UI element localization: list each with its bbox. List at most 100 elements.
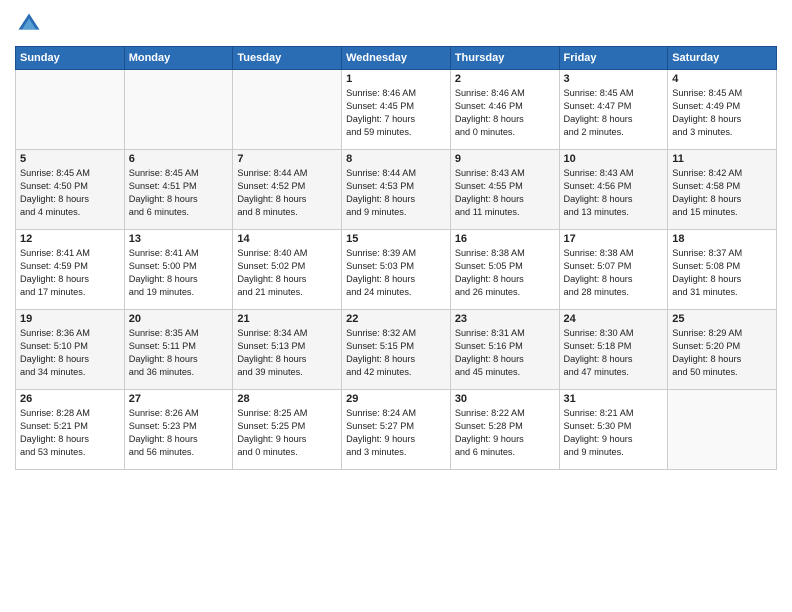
day-detail: Sunrise: 8:38 AMSunset: 5:07 PMDaylight:… <box>564 247 664 299</box>
day-detail: Sunrise: 8:41 AMSunset: 4:59 PMDaylight:… <box>20 247 120 299</box>
day-number: 17 <box>564 233 664 245</box>
day-detail: Sunrise: 8:36 AMSunset: 5:10 PMDaylight:… <box>20 327 120 379</box>
day-cell: 9Sunrise: 8:43 AMSunset: 4:55 PMDaylight… <box>450 150 559 230</box>
day-detail: Sunrise: 8:29 AMSunset: 5:20 PMDaylight:… <box>672 327 772 379</box>
day-detail: Sunrise: 8:45 AMSunset: 4:51 PMDaylight:… <box>129 167 229 219</box>
header <box>15 10 777 38</box>
day-cell: 10Sunrise: 8:43 AMSunset: 4:56 PMDayligh… <box>559 150 668 230</box>
day-cell: 13 Sunrise: 8:41 AMSunset: 5:00 PMDayligh… <box>124 230 233 310</box>
day-number: 1 <box>346 73 446 85</box>
day-detail: Sunrise: 8:40 AMSunset: 5:02 PMDaylight:… <box>237 247 337 299</box>
day-number: 19 <box>20 313 120 325</box>
weekday-tuesday: Tuesday <box>233 47 342 70</box>
day-cell: 16 Sunrise: 8:38 AMSunset: 5:05 PMDayligh… <box>450 230 559 310</box>
day-cell: 14 Sunrise: 8:40 AMSunset: 5:02 PMDayligh… <box>233 230 342 310</box>
day-number: 21 <box>237 313 337 325</box>
day-detail: Sunrise: 8:43 AMSunset: 4:55 PMDaylight:… <box>455 167 555 219</box>
day-cell: 18 Sunrise: 8:37 AMSunset: 5:08 PMDayligh… <box>668 230 777 310</box>
day-number: 31 <box>564 393 664 405</box>
day-cell <box>668 390 777 470</box>
day-cell: 17 Sunrise: 8:38 AMSunset: 5:07 PMDayligh… <box>559 230 668 310</box>
day-detail: Sunrise: 8:46 AMSunset: 4:46 PMDaylight:… <box>455 87 555 139</box>
day-detail: Sunrise: 8:44 AMSunset: 4:53 PMDaylight:… <box>346 167 446 219</box>
logo-icon <box>15 10 43 38</box>
day-cell: 2 Sunrise: 8:46 AMSunset: 4:46 PMDaylight… <box>450 70 559 150</box>
day-number: 27 <box>129 393 229 405</box>
day-detail: Sunrise: 8:34 AMSunset: 5:13 PMDaylight:… <box>237 327 337 379</box>
weekday-monday: Monday <box>124 47 233 70</box>
day-cell: 11 Sunrise: 8:42 AMSunset: 4:58 PMDayligh… <box>668 150 777 230</box>
day-number: 23 <box>455 313 555 325</box>
day-number: 12 <box>20 233 120 245</box>
day-detail: Sunrise: 8:45 AMSunset: 4:50 PMDaylight:… <box>20 167 120 219</box>
day-cell: 19 Sunrise: 8:36 AMSunset: 5:10 PMDayligh… <box>16 310 125 390</box>
day-cell: 7 Sunrise: 8:44 AMSunset: 4:52 PMDaylight… <box>233 150 342 230</box>
day-number: 13 <box>129 233 229 245</box>
weekday-thursday: Thursday <box>450 47 559 70</box>
day-cell: 20 Sunrise: 8:35 AMSunset: 5:11 PMDayligh… <box>124 310 233 390</box>
day-number: 20 <box>129 313 229 325</box>
day-number: 4 <box>672 73 772 85</box>
day-detail: Sunrise: 8:37 AMSunset: 5:08 PMDaylight:… <box>672 247 772 299</box>
weekday-friday: Friday <box>559 47 668 70</box>
day-cell: 29 Sunrise: 8:24 AMSunset: 5:27 PMDayligh… <box>342 390 451 470</box>
day-detail: Sunrise: 8:21 AMSunset: 5:30 PMDaylight:… <box>564 407 664 459</box>
week-row-4: 19 Sunrise: 8:36 AMSunset: 5:10 PMDayligh… <box>16 310 777 390</box>
day-detail: Sunrise: 8:43 AMSunset: 4:56 PMDaylight:… <box>564 167 664 219</box>
day-number: 18 <box>672 233 772 245</box>
day-detail: Sunrise: 8:22 AMSunset: 5:28 PMDaylight:… <box>455 407 555 459</box>
day-cell: 6 Sunrise: 8:45 AMSunset: 4:51 PMDaylight… <box>124 150 233 230</box>
day-number: 2 <box>455 73 555 85</box>
day-detail: Sunrise: 8:25 AMSunset: 5:25 PMDaylight:… <box>237 407 337 459</box>
day-number: 16 <box>455 233 555 245</box>
week-row-1: 1 Sunrise: 8:46 AMSunset: 4:45 PMDaylight… <box>16 70 777 150</box>
day-cell: 1 Sunrise: 8:46 AMSunset: 4:45 PMDaylight… <box>342 70 451 150</box>
day-number: 26 <box>20 393 120 405</box>
day-number: 8 <box>346 153 446 165</box>
day-cell: 27 Sunrise: 8:26 AMSunset: 5:23 PMDayligh… <box>124 390 233 470</box>
day-number: 30 <box>455 393 555 405</box>
day-number: 7 <box>237 153 337 165</box>
day-detail: Sunrise: 8:46 AMSunset: 4:45 PMDaylight:… <box>346 87 446 139</box>
day-number: 29 <box>346 393 446 405</box>
day-number: 14 <box>237 233 337 245</box>
day-cell: 24Sunrise: 8:30 AMSunset: 5:18 PMDayligh… <box>559 310 668 390</box>
day-detail: Sunrise: 8:44 AMSunset: 4:52 PMDaylight:… <box>237 167 337 219</box>
day-cell: 15Sunrise: 8:39 AMSunset: 5:03 PMDayligh… <box>342 230 451 310</box>
day-number: 25 <box>672 313 772 325</box>
day-detail: Sunrise: 8:24 AMSunset: 5:27 PMDaylight:… <box>346 407 446 459</box>
day-cell: 25 Sunrise: 8:29 AMSunset: 5:20 PMDayligh… <box>668 310 777 390</box>
day-detail: Sunrise: 8:42 AMSunset: 4:58 PMDaylight:… <box>672 167 772 219</box>
day-number: 3 <box>564 73 664 85</box>
day-cell: 26 Sunrise: 8:28 AMSunset: 5:21 PMDayligh… <box>16 390 125 470</box>
weekday-wednesday: Wednesday <box>342 47 451 70</box>
day-cell: 4 Sunrise: 8:45 AMSunset: 4:49 PMDaylight… <box>668 70 777 150</box>
day-detail: Sunrise: 8:38 AMSunset: 5:05 PMDaylight:… <box>455 247 555 299</box>
week-row-5: 26 Sunrise: 8:28 AMSunset: 5:21 PMDayligh… <box>16 390 777 470</box>
day-detail: Sunrise: 8:41 AMSunset: 5:00 PMDaylight:… <box>129 247 229 299</box>
day-cell: 21 Sunrise: 8:34 AMSunset: 5:13 PMDayligh… <box>233 310 342 390</box>
day-number: 5 <box>20 153 120 165</box>
day-number: 22 <box>346 313 446 325</box>
day-detail: Sunrise: 8:31 AMSunset: 5:16 PMDaylight:… <box>455 327 555 379</box>
day-detail: Sunrise: 8:26 AMSunset: 5:23 PMDaylight:… <box>129 407 229 459</box>
day-number: 28 <box>237 393 337 405</box>
day-detail: Sunrise: 8:32 AMSunset: 5:15 PMDaylight:… <box>346 327 446 379</box>
day-number: 6 <box>129 153 229 165</box>
weekday-sunday: Sunday <box>16 47 125 70</box>
week-row-3: 12 Sunrise: 8:41 AMSunset: 4:59 PMDayligh… <box>16 230 777 310</box>
day-cell: 8 Sunrise: 8:44 AMSunset: 4:53 PMDaylight… <box>342 150 451 230</box>
day-cell <box>124 70 233 150</box>
day-detail: Sunrise: 8:28 AMSunset: 5:21 PMDaylight:… <box>20 407 120 459</box>
day-cell: 22 Sunrise: 8:32 AMSunset: 5:15 PMDayligh… <box>342 310 451 390</box>
day-cell: 28 Sunrise: 8:25 AMSunset: 5:25 PMDayligh… <box>233 390 342 470</box>
day-cell <box>16 70 125 150</box>
logo <box>15 10 47 38</box>
day-cell: 30 Sunrise: 8:22 AMSunset: 5:28 PMDayligh… <box>450 390 559 470</box>
weekday-saturday: Saturday <box>668 47 777 70</box>
day-number: 11 <box>672 153 772 165</box>
day-cell: 5 Sunrise: 8:45 AMSunset: 4:50 PMDaylight… <box>16 150 125 230</box>
day-detail: Sunrise: 8:45 AMSunset: 4:49 PMDaylight:… <box>672 87 772 139</box>
day-detail: Sunrise: 8:35 AMSunset: 5:11 PMDaylight:… <box>129 327 229 379</box>
day-detail: Sunrise: 8:45 AMSunset: 4:47 PMDaylight:… <box>564 87 664 139</box>
